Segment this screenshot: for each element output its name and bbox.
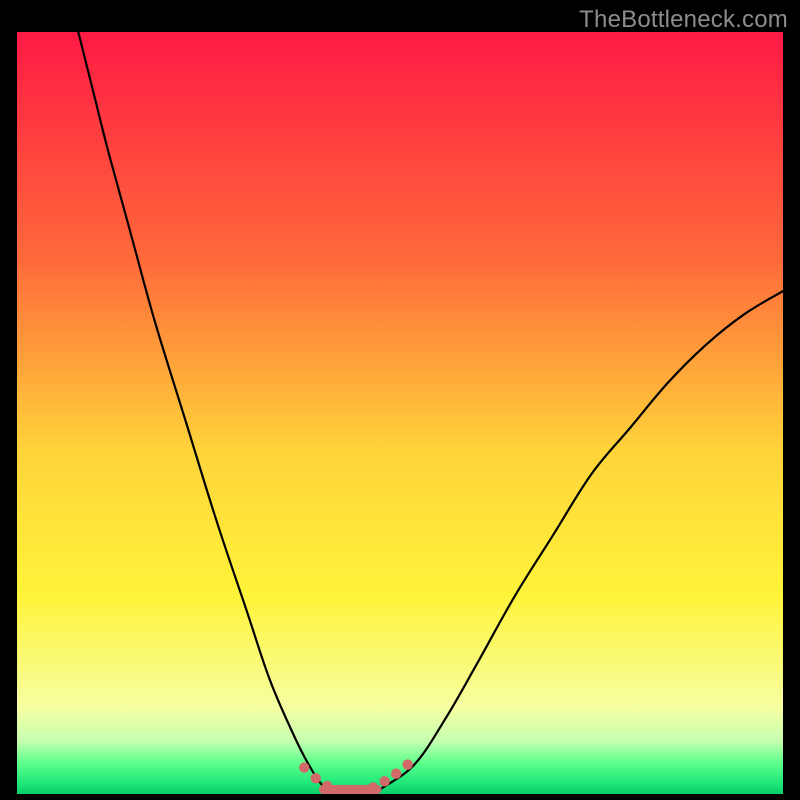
marker-dot <box>322 781 332 791</box>
plot-area <box>17 32 783 794</box>
marker-dot <box>368 782 378 792</box>
chart-svg <box>17 32 783 794</box>
marker-dot <box>311 773 321 783</box>
chart-frame: TheBottleneck.com <box>0 0 800 800</box>
marker-dot <box>402 759 412 769</box>
marker-dot <box>391 769 401 779</box>
marker-dot <box>379 776 389 786</box>
watermark-text: TheBottleneck.com <box>579 6 788 34</box>
marker-dot <box>299 762 309 772</box>
gradient-background <box>17 32 783 794</box>
